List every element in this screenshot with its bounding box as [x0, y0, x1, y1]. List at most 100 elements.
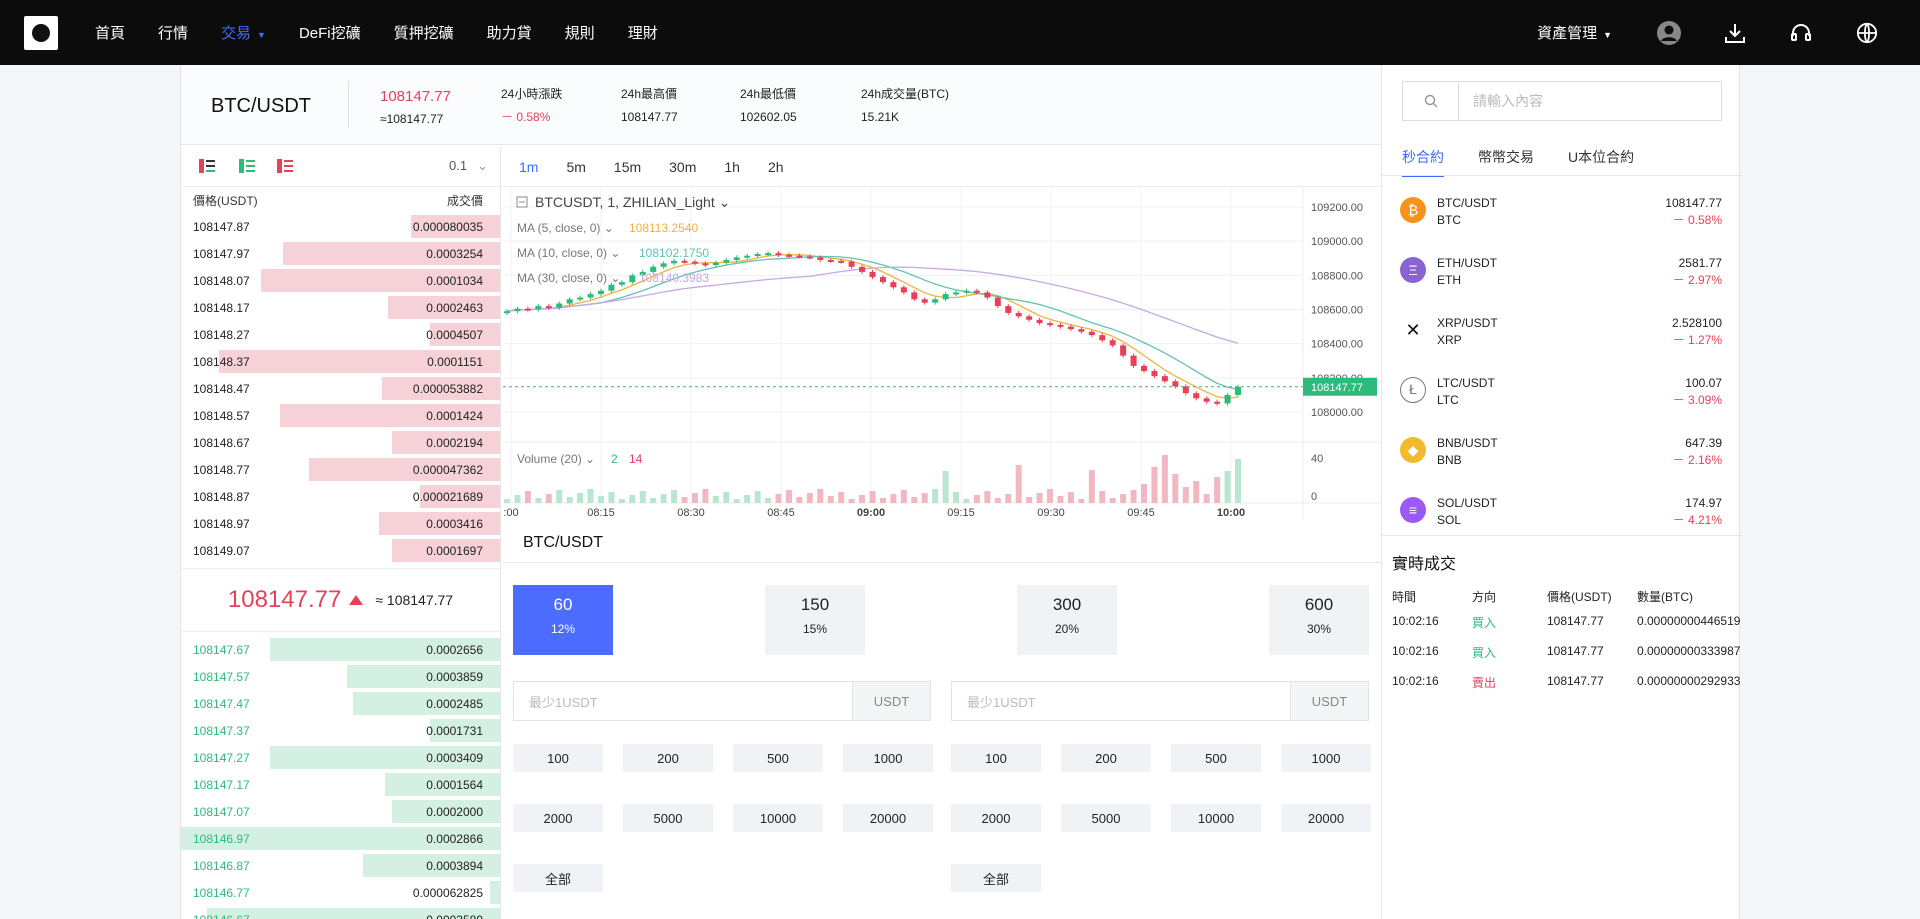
ask-row[interactable]: 108148.07 0.0001034 — [181, 267, 500, 294]
duration-option[interactable]: 60 12% — [513, 585, 613, 655]
nav-markets[interactable]: 行情 — [158, 22, 188, 43]
search-icon[interactable] — [1403, 82, 1459, 120]
ask-row[interactable]: 108148.37 0.0001151 — [181, 348, 500, 375]
bid-row[interactable]: 108147.37 0.0001731 — [181, 717, 500, 744]
trades-header-cell: 數量(BTC) — [1637, 590, 1693, 604]
quick-amount-button[interactable]: 5000 — [1061, 804, 1151, 832]
market-tab[interactable]: 秒合約 — [1402, 147, 1444, 177]
nav-defi-mining[interactable]: DeFi挖礦 — [299, 22, 361, 43]
quick-amount-button[interactable]: 100 — [951, 744, 1041, 772]
trades-header-cell: 方向 — [1472, 590, 1497, 604]
quick-amount-button[interactable]: 2000 — [951, 804, 1041, 832]
market-tab[interactable]: U本位合約 — [1568, 147, 1634, 177]
nav-finance[interactable]: 理財 — [628, 22, 658, 43]
interval-tab[interactable]: 15m — [614, 159, 641, 175]
amount-input[interactable]: 最少1USDT — [952, 682, 1290, 720]
amount-input[interactable]: 最少1USDT — [514, 682, 852, 720]
bids-view-icon[interactable] — [239, 159, 255, 173]
duration-option[interactable]: 600 30% — [1269, 585, 1369, 655]
ask-row[interactable]: 108148.77 0.000047362 — [181, 456, 500, 483]
duration-option[interactable]: 150 15% — [765, 585, 865, 655]
row-price: 108146.87 — [193, 858, 250, 873]
bid-row[interactable]: 108147.57 0.0003859 — [181, 663, 500, 690]
interval-tab[interactable]: 5m — [566, 159, 585, 175]
quick-amount-button[interactable]: 10000 — [1171, 804, 1261, 832]
row-price: 108147.57 — [193, 669, 250, 684]
quick-amount-button[interactable]: 1000 — [1281, 744, 1371, 772]
ask-row[interactable]: 108148.87 0.000021689 — [181, 483, 500, 510]
time-tick: 09:45 — [1127, 507, 1155, 519]
trade-side: 賣出 — [1472, 676, 1497, 690]
ask-row[interactable]: 108148.17 0.0002463 — [181, 294, 500, 321]
quick-amount-button[interactable]: 500 — [733, 744, 823, 772]
nav-trade[interactable]: 交易 ▼ — [221, 22, 266, 43]
asset-management-menu[interactable]: 資產管理 ▼ — [1537, 22, 1612, 43]
chart-canvas[interactable]: :00 08:15 08:30 08:45 09:00 09:15 09:30 09:45 10… — [503, 187, 1381, 519]
duration-seconds: 300 — [1052, 595, 1082, 614]
precision-select[interactable]: 0.1 ⌄ — [449, 158, 488, 174]
interval-tab[interactable]: 30m — [669, 159, 696, 175]
ask-row[interactable]: 108148.97 0.0003416 — [181, 510, 500, 537]
ask-row[interactable]: 108148.47 0.000053882 — [181, 375, 500, 402]
quick-amount-button[interactable]: 10000 — [733, 804, 823, 832]
volume-bar — [796, 497, 803, 503]
duration-option[interactable]: 300 20% — [1017, 585, 1117, 655]
candle-body — [921, 299, 928, 303]
market-row[interactable]: ◆ BNB/USDT BNB 647.39 － 2.16% — [1382, 421, 1742, 481]
asset-management-label: 資產管理 — [1537, 25, 1598, 42]
bid-row[interactable]: 108147.67 0.0002656 — [181, 636, 500, 663]
user-avatar-icon[interactable] — [1656, 20, 1682, 46]
quick-amount-button[interactable]: 1000 — [843, 744, 933, 772]
bid-row[interactable]: 108146.67 0.0003589 — [181, 906, 500, 919]
candle-body — [545, 306, 552, 309]
nav-loan[interactable]: 助力貸 — [487, 22, 532, 43]
bid-row[interactable]: 108147.17 0.0001564 — [181, 771, 500, 798]
bid-row[interactable]: 108147.47 0.0002485 — [181, 690, 500, 717]
bid-row[interactable]: 108146.87 0.0003894 — [181, 852, 500, 879]
ask-row[interactable]: 108148.67 0.0002194 — [181, 429, 500, 456]
market-row[interactable]: ₿ BTC/USDT BTC 108147.77 － 0.58% — [1382, 181, 1742, 241]
headset-icon[interactable] — [1788, 20, 1814, 46]
ask-row[interactable]: 108147.97 0.0003254 — [181, 240, 500, 267]
search-input[interactable]: 請輸入內容 — [1459, 82, 1721, 120]
nav-home[interactable]: 首頁 — [95, 22, 125, 43]
trade-side: 買入 — [1472, 646, 1497, 660]
volume-bar — [1193, 481, 1200, 503]
market-row[interactable]: ≡ SOL/USDT SOL 174.97 － 4.21% — [1382, 481, 1742, 541]
ask-row[interactable]: 108147.87 0.000080035 — [181, 213, 500, 240]
market-row[interactable]: Ξ ETH/USDT ETH 2581.77 － 2.97% — [1382, 241, 1742, 301]
market-row[interactable]: ✕ XRP/USDT XRP 2.528100 － 1.27% — [1382, 301, 1742, 361]
bid-row[interactable]: 108146.97 0.0002866 — [181, 825, 500, 852]
quick-amount-button[interactable]: 500 — [1171, 744, 1261, 772]
both-sides-view-icon[interactable] — [199, 159, 215, 173]
all-amount-button[interactable]: 全部 — [513, 864, 603, 892]
logo[interactable] — [24, 16, 58, 50]
quick-amount-button[interactable]: 200 — [623, 744, 713, 772]
quick-amount-button[interactable]: 20000 — [1281, 804, 1371, 832]
market-price: 2581.77 — [1678, 256, 1722, 270]
download-icon[interactable] — [1722, 20, 1748, 46]
bid-row[interactable]: 108147.27 0.0003409 — [181, 744, 500, 771]
ask-row[interactable]: 108148.57 0.0001424 — [181, 402, 500, 429]
nav-rules[interactable]: 規則 — [565, 22, 595, 43]
bid-row[interactable]: 108147.07 0.0002000 — [181, 798, 500, 825]
quick-amount-button[interactable]: 2000 — [513, 804, 603, 832]
interval-tab[interactable]: 2h — [768, 159, 784, 175]
interval-tab[interactable]: 1h — [724, 159, 740, 175]
volume-bar — [1235, 459, 1241, 503]
quick-amount-button[interactable]: 5000 — [623, 804, 713, 832]
interval-tab[interactable]: 1m — [519, 159, 538, 175]
market-row[interactable]: Ł LTC/USDT LTC 100.07 － 3.09% — [1382, 361, 1742, 421]
bid-row[interactable]: 108146.77 0.000062825 — [181, 879, 500, 906]
quick-amount-button[interactable]: 200 — [1061, 744, 1151, 772]
ask-row[interactable]: 108148.27 0.0004507 — [181, 321, 500, 348]
asks-view-icon[interactable] — [277, 159, 293, 173]
all-amount-button[interactable]: 全部 — [951, 864, 1041, 892]
chevron-down-icon: ▼ — [1603, 30, 1612, 40]
quick-amount-button[interactable]: 100 — [513, 744, 603, 772]
quick-amount-button[interactable]: 20000 — [843, 804, 933, 832]
market-tab[interactable]: 幣幣交易 — [1478, 147, 1534, 177]
nav-staking[interactable]: 質押挖礦 — [394, 22, 454, 43]
ask-row[interactable]: 108149.07 0.0001697 — [181, 537, 500, 564]
globe-icon[interactable] — [1854, 20, 1880, 46]
